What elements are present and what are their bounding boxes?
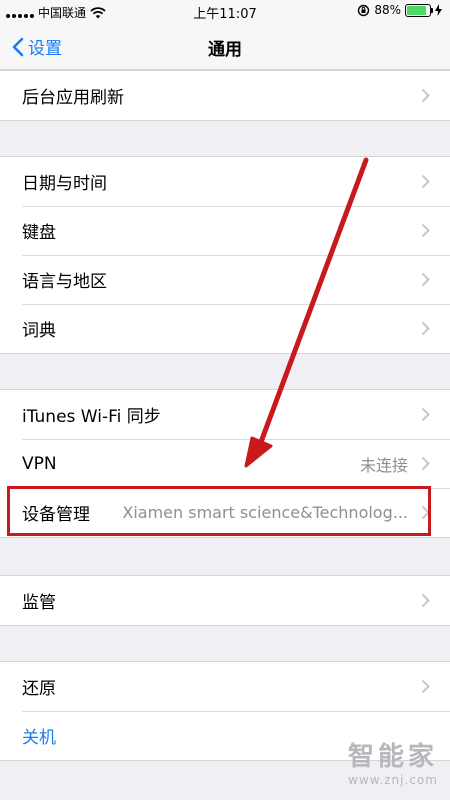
row-label: 键盘: [22, 223, 56, 243]
row-label: 词典: [22, 321, 56, 341]
chevron-right-icon: [421, 174, 430, 189]
charging-icon: [435, 4, 442, 16]
vpn-row[interactable]: VPN 未连接: [0, 439, 450, 488]
orientation-lock-icon: [358, 4, 370, 16]
dictionary-row[interactable]: 词典: [0, 304, 450, 353]
vpn-status: 未连接: [359, 455, 408, 475]
watermark-text: 智能家: [347, 742, 438, 772]
battery-icon: [405, 3, 433, 17]
supervision-row[interactable]: 监管: [0, 576, 450, 625]
chevron-right-icon: [421, 321, 430, 336]
chevron-right-icon: [421, 88, 430, 103]
itunes-wifi-sync-row[interactable]: iTunes Wi-Fi 同步: [0, 390, 450, 439]
chevron-right-icon: [421, 407, 430, 422]
reset-row[interactable]: 还原: [0, 662, 450, 711]
chevron-right-icon: [421, 272, 430, 287]
background-app-refresh-row[interactable]: 后台应用刷新: [0, 71, 450, 120]
row-label: 设备管理: [22, 505, 90, 525]
status-right: 88%: [357, 3, 442, 17]
chevron-right-icon: [421, 679, 430, 694]
device-management-row[interactable]: 设备管理 Xiamen smart science&Technolog...: [0, 488, 450, 537]
chevron-right-icon: [421, 505, 430, 520]
chevron-right-icon: [421, 456, 430, 471]
row-label: 语言与地区: [22, 272, 107, 292]
row-label: 日期与时间: [22, 174, 107, 194]
battery-percent: 88%: [374, 3, 401, 17]
device-profile-name: Xiamen smart science&Technolog...: [122, 503, 408, 522]
row-label: 监管: [22, 593, 56, 613]
settings-group-general: 日期与时间 键盘 语言与地区 词典: [0, 156, 450, 354]
settings-group-supervision: 监管: [0, 575, 450, 626]
row-label: VPN: [22, 453, 57, 474]
watermark-url: www.znj.com: [348, 773, 438, 787]
settings-group-background: 后台应用刷新: [0, 70, 450, 121]
row-label: iTunes Wi-Fi 同步: [22, 407, 161, 427]
watermark: 智能家 www.znj.com: [348, 736, 438, 787]
chevron-right-icon: [421, 593, 430, 608]
page-title: 通用: [208, 40, 242, 60]
settings-group-network: iTunes Wi-Fi 同步 VPN 未连接 设备管理 Xiamen smar…: [0, 389, 450, 538]
chevron-right-icon: [421, 223, 430, 238]
row-label: 关机: [22, 728, 56, 748]
keyboard-row[interactable]: 键盘: [0, 206, 450, 255]
row-label: 还原: [22, 679, 56, 699]
navigation-bar: 设置 通用: [0, 22, 450, 70]
status-bar: 中国联通 上午11:07 88%: [0, 0, 450, 22]
language-region-row[interactable]: 语言与地区: [0, 255, 450, 304]
row-label: 后台应用刷新: [22, 88, 124, 108]
date-time-row[interactable]: 日期与时间: [0, 157, 450, 206]
